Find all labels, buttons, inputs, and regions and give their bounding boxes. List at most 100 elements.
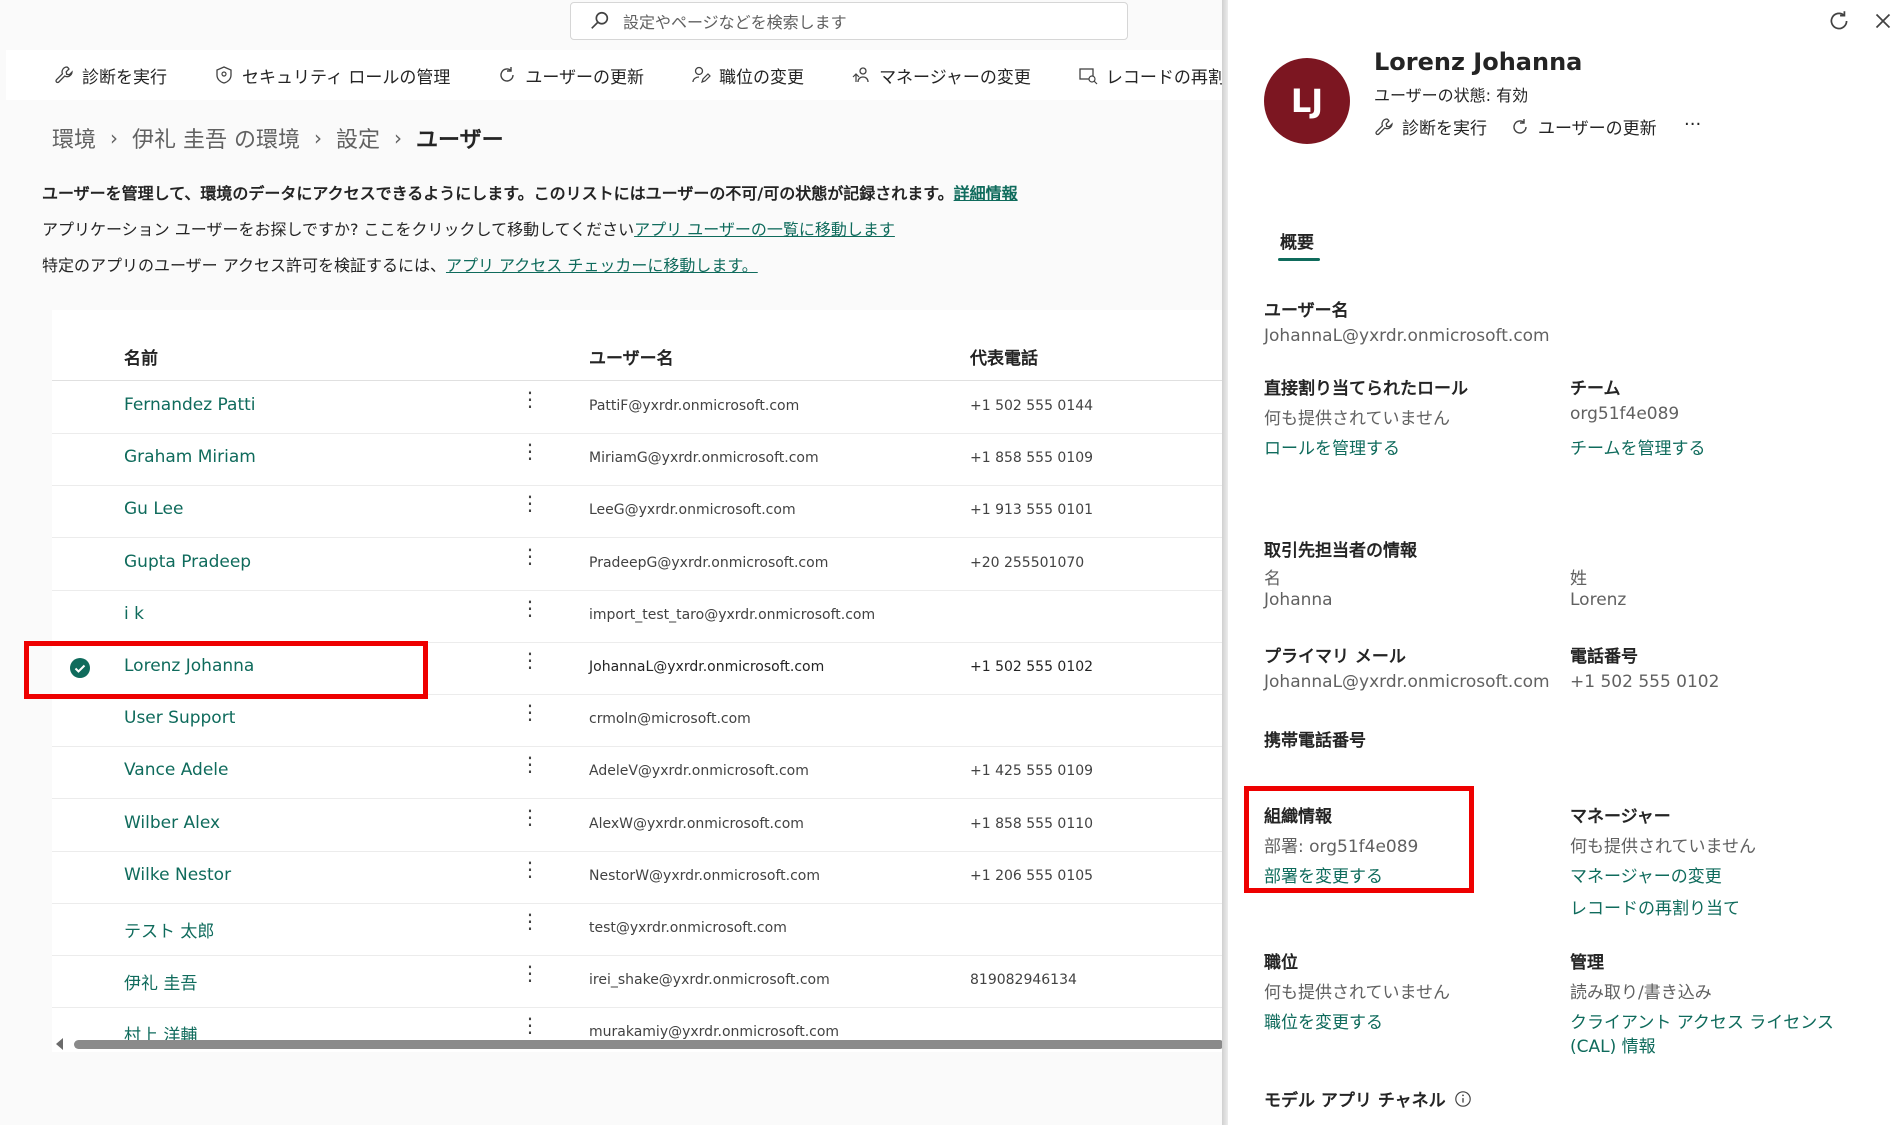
more-options-icon[interactable]: ⋮ <box>520 911 540 931</box>
highlight-org-info <box>1244 786 1474 893</box>
username-cell: import_test_taro@yxrdr.onmicrosoft.com <box>589 606 876 623</box>
avatar: LJ <box>1264 58 1350 144</box>
table-row[interactable]: テスト 太郎 ⋮ test@yxrdr.onmicrosoft.com <box>52 903 1222 956</box>
user-status: ユーザーの状態: 有効 <box>1374 86 1529 105</box>
user-name-link[interactable]: Gupta Pradeep <box>124 552 251 572</box>
column-header-name[interactable]: 名前 <box>124 344 158 369</box>
change-manager-link[interactable]: マネージャーの変更 <box>1570 862 1722 887</box>
breadcrumb-env-name[interactable]: 伊礼 圭吾 の環境 <box>132 122 300 154</box>
more-options-icon[interactable]: ⋮ <box>520 650 540 670</box>
breadcrumb-settings[interactable]: 設定 <box>336 122 380 154</box>
user-name-link[interactable]: Fernandez Patti <box>124 395 256 415</box>
table-row[interactable]: Fernandez Patti ⋮ PattiF@yxrdr.onmicrosoft… <box>52 381 1222 434</box>
cal-info-link-2[interactable]: (CAL) 情報 <box>1570 1032 1656 1057</box>
mobile-phone-label: 携帯電話番号 <box>1264 731 1366 751</box>
refresh-user-button[interactable]: ユーザーの更新 <box>497 63 644 88</box>
table-row[interactable]: i k ⋮ import_test_taro@yxrdr.onmicrosoft.c… <box>52 590 1222 643</box>
table-row[interactable]: 伊礼 圭吾 ⋮ irei_shake@yxrdr.onmicrosoft.com 81… <box>52 955 1222 1009</box>
manager-label: マネージャー <box>1570 807 1671 827</box>
more-commands-button[interactable]: ··· <box>1684 114 1701 135</box>
app-access-checker-link[interactable]: アプリ アクセス チェッカーに移動します。 <box>446 256 758 275</box>
username-cell: MiriamG@yxrdr.onmicrosoft.com <box>589 450 819 467</box>
user-name-link[interactable]: Gu Lee <box>124 499 183 519</box>
user-name-link[interactable]: Wilber Alex <box>124 813 220 833</box>
primary-email-label: プライマリ メール <box>1264 647 1406 667</box>
user-name-link[interactable]: Graham Miriam <box>124 447 256 467</box>
model-app-channel: モデル アプリ チャネル <box>1264 1086 1472 1111</box>
panel-run-diagnostics-button[interactable]: 診断を実行 <box>1374 114 1487 139</box>
chevron-right-icon: › <box>110 126 119 150</box>
username-cell: AlexW@yxrdr.onmicrosoft.com <box>589 815 804 832</box>
panel-refresh-user-button[interactable]: ユーザーの更新 <box>1510 114 1657 139</box>
manage-teams-link[interactable]: チームを管理する <box>1570 434 1706 459</box>
user-name-link[interactable]: テスト 太郎 <box>124 917 214 942</box>
table-row[interactable]: Gupta Pradeep ⋮ PradeepG@yxrdr.onmicrosoft… <box>52 538 1222 591</box>
wrench-icon <box>55 66 73 84</box>
phone-cell: 819082946134 <box>970 972 1077 989</box>
first-name-label: 名 <box>1264 569 1281 589</box>
more-options-icon[interactable]: ⋮ <box>520 859 540 879</box>
phone-value: +1 502 555 0102 <box>1570 672 1720 692</box>
change-manager-button[interactable]: マネージャーの変更 <box>851 63 1031 88</box>
more-options-icon[interactable]: ⋮ <box>520 754 540 774</box>
user-name-link[interactable]: Vance Adele <box>124 760 228 780</box>
people-swap-icon <box>852 67 869 83</box>
scrollbar-thumb[interactable] <box>74 1040 1222 1049</box>
column-header-phone[interactable]: 代表電話 <box>970 344 1038 369</box>
user-name: Lorenz Johanna <box>1374 48 1583 76</box>
phone-cell: +1 206 555 0105 <box>970 867 1094 884</box>
more-options-icon[interactable]: ⋮ <box>520 963 540 983</box>
reassign-records-button[interactable]: レコードの再割り当て <box>1078 63 1222 88</box>
table-row[interactable]: Graham Miriam ⋮ MiriamG@yxrdr.onmicrosoft.… <box>52 433 1222 487</box>
phone-cell: +1 502 555 0102 <box>970 659 1094 675</box>
username-cell: crmoln@microsoft.com <box>589 711 751 728</box>
refresh-icon <box>500 67 515 82</box>
more-options-icon[interactable]: ⋮ <box>520 702 540 722</box>
change-position-link[interactable]: 職位を変更する <box>1264 1008 1383 1033</box>
more-options-icon[interactable]: ⋮ <box>520 807 540 827</box>
roles-label: 直接割り当てられたロール <box>1264 379 1468 399</box>
user-name-link[interactable]: Wilke Nestor <box>124 865 231 885</box>
user-name-link[interactable]: i k <box>124 604 144 624</box>
user-name-link[interactable]: User Support <box>124 708 235 728</box>
horizontal-scrollbar[interactable] <box>56 1038 1222 1052</box>
table-row[interactable]: Vance Adele ⋮ AdeleV@yxrdr.onmicrosoft.com… <box>52 746 1222 800</box>
tab-overview[interactable]: 概要 <box>1280 228 1314 253</box>
admin-value: 読み取り/書き込み <box>1570 983 1712 1003</box>
username-cell: PradeepG@yxrdr.onmicrosoft.com <box>589 554 829 571</box>
refresh-icon[interactable] <box>1826 8 1852 34</box>
run-diagnostics-button[interactable]: 診断を実行 <box>54 63 167 88</box>
manage-roles-link[interactable]: ロールを管理する <box>1264 434 1400 459</box>
more-options-icon[interactable]: ⋮ <box>520 441 540 461</box>
cal-info-link[interactable]: クライアント アクセス ライセンス <box>1570 1008 1834 1033</box>
username-cell: irei_shake@yxrdr.onmicrosoft.com <box>589 972 830 989</box>
highlight-selected-user <box>24 641 428 699</box>
scroll-left-icon[interactable] <box>56 1038 63 1050</box>
reassign-icon <box>1079 68 1098 85</box>
more-options-icon[interactable]: ⋮ <box>520 389 540 409</box>
table-row[interactable]: Gu Lee ⋮ LeeG@yxrdr.onmicrosoft.com +1 913 … <box>52 485 1222 539</box>
username-cell: LeeG@yxrdr.onmicrosoft.com <box>589 502 796 519</box>
username-cell: AdeleV@yxrdr.onmicrosoft.com <box>589 763 809 780</box>
admin-label: 管理 <box>1570 953 1604 973</box>
more-options-icon[interactable]: ⋮ <box>520 493 540 513</box>
phone-cell: +20 255501070 <box>970 554 1085 571</box>
more-options-icon[interactable]: ⋮ <box>520 546 540 566</box>
table-row[interactable]: User Support ⋮ crmoln@microsoft.com <box>52 694 1222 748</box>
more-options-icon[interactable]: ⋮ <box>520 598 540 618</box>
reassign-records-link[interactable]: レコードの再割り当て <box>1570 894 1740 919</box>
user-name-link[interactable]: 伊礼 圭吾 <box>124 969 197 994</box>
more-options-icon[interactable]: ⋮ <box>520 1015 540 1035</box>
chevron-right-icon: › <box>314 126 323 150</box>
change-position-button[interactable]: 職位の変更 <box>691 63 804 88</box>
table-row[interactable]: Wilber Alex ⋮ AlexW@yxrdr.onmicrosoft.com +… <box>52 799 1222 852</box>
info-icon[interactable] <box>1454 1090 1472 1108</box>
app-users-link[interactable]: アプリ ユーザーの一覧に移動します <box>634 220 895 239</box>
table-row[interactable]: Wilke Nestor ⋮ NestorW@yxrdr.onmicrosoft.c… <box>52 851 1222 904</box>
breadcrumb-environment[interactable]: 環境 <box>52 122 96 154</box>
search-box[interactable]: 設定やページなどを検索します <box>570 2 1128 40</box>
learn-more-link[interactable]: 詳細情報 <box>954 184 1018 203</box>
manage-security-roles-button[interactable]: セキュリティ ロールの管理 <box>214 63 450 88</box>
column-header-username[interactable]: ユーザー名 <box>589 344 674 369</box>
close-icon[interactable] <box>1870 8 1896 34</box>
